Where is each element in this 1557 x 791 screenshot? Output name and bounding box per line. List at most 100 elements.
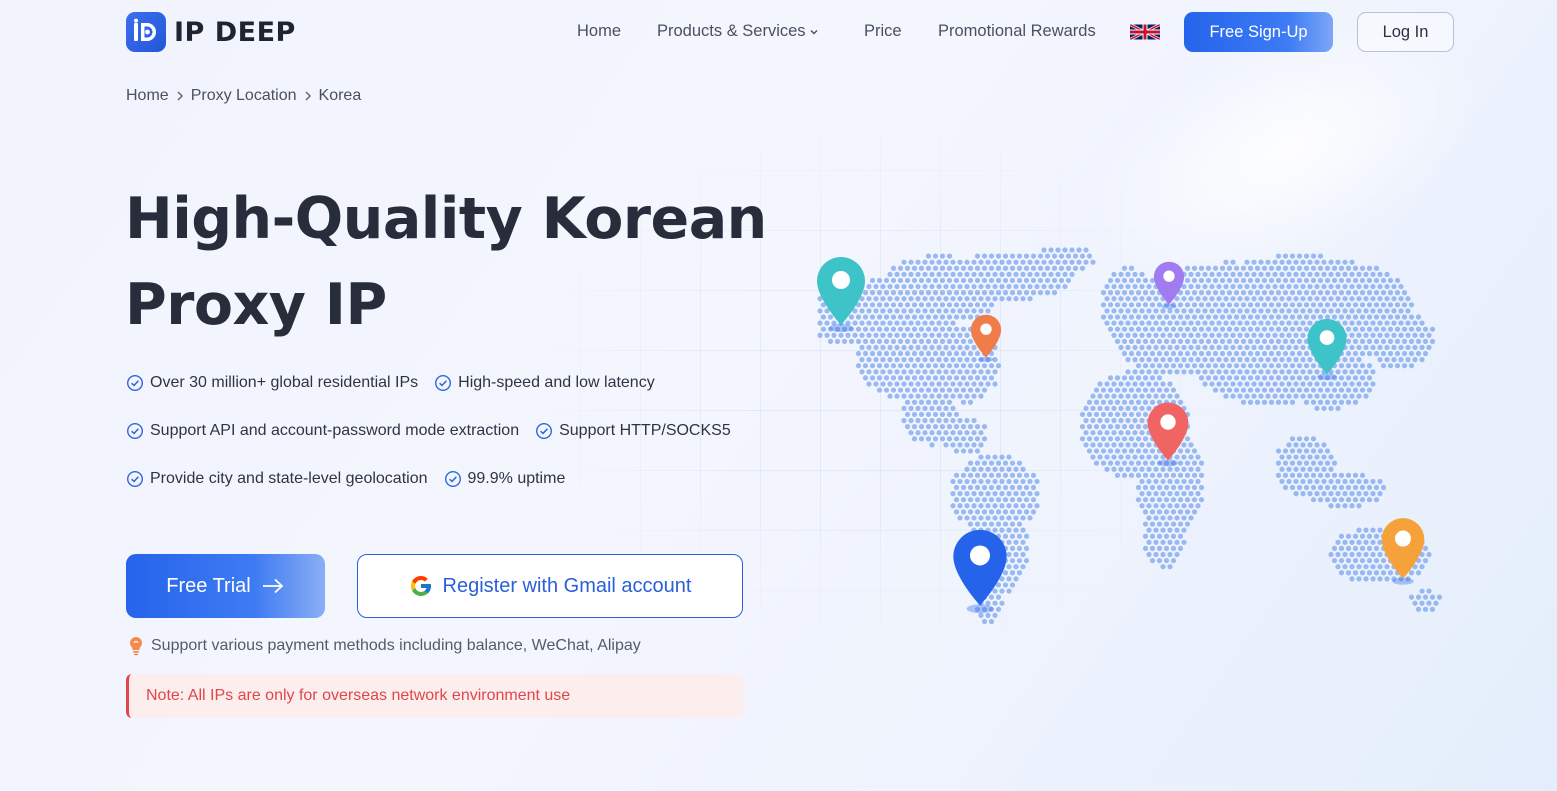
map-dot xyxy=(936,271,942,277)
map-dot xyxy=(887,369,893,375)
map-dot xyxy=(1359,265,1366,271)
map-dot xyxy=(974,253,981,259)
map-dot xyxy=(1377,308,1383,314)
map-dot xyxy=(1293,369,1299,375)
map-dot xyxy=(1065,265,1072,271)
map-dot xyxy=(1149,387,1156,393)
map-dot xyxy=(1188,271,1194,277)
map-dot xyxy=(1149,326,1156,332)
map-dot xyxy=(1384,332,1390,338)
map-dot xyxy=(1342,259,1348,265)
map-dot xyxy=(1254,387,1261,393)
map-dot xyxy=(1401,338,1408,344)
map-dot xyxy=(936,320,942,326)
map-pin-icon xyxy=(1147,402,1189,467)
map-dot xyxy=(1244,259,1250,265)
map-dot xyxy=(1062,283,1068,290)
map-dot xyxy=(1258,393,1264,399)
map-dot xyxy=(1328,283,1334,290)
map-dot xyxy=(1230,393,1236,399)
map-dot xyxy=(1314,259,1320,265)
map-dot xyxy=(999,478,1005,485)
map-dot xyxy=(932,399,939,405)
map-dot xyxy=(1181,539,1187,545)
map-dot xyxy=(1107,302,1114,308)
map-dot xyxy=(1160,503,1166,509)
map-dot xyxy=(932,277,939,284)
map-dot xyxy=(1163,557,1170,564)
map-dot xyxy=(1296,484,1303,491)
map-dot xyxy=(1366,277,1373,284)
map-dot xyxy=(1009,265,1016,271)
map-dot xyxy=(929,381,935,387)
map-dot xyxy=(1198,338,1205,344)
map-dot xyxy=(1359,570,1366,576)
uk-flag-icon[interactable] xyxy=(1130,24,1160,40)
map-dot xyxy=(929,442,935,448)
map-dot xyxy=(1356,503,1362,509)
login-button[interactable]: Log In xyxy=(1357,12,1454,52)
map-dot xyxy=(1079,265,1086,271)
map-dot xyxy=(1118,442,1124,448)
map-dot xyxy=(897,375,904,381)
map-dot xyxy=(904,326,911,332)
map-dot xyxy=(1051,265,1058,271)
map-dot xyxy=(915,332,921,338)
map-dot xyxy=(1027,491,1033,497)
map-dot xyxy=(1328,503,1334,509)
nav-promotional-rewards[interactable]: Promotional Rewards xyxy=(938,22,1096,41)
map-dot xyxy=(981,290,988,296)
map-dot xyxy=(880,381,886,387)
map-dot xyxy=(1128,350,1135,357)
map-dot xyxy=(1349,283,1355,290)
map-dot xyxy=(901,405,907,411)
map-dot xyxy=(1219,290,1226,296)
free-trial-button[interactable]: Free Trial xyxy=(126,554,325,618)
map-dot xyxy=(1275,350,1282,357)
map-dot xyxy=(1303,277,1310,284)
map-dot xyxy=(1275,326,1282,332)
nav-price[interactable]: Price xyxy=(864,22,902,41)
map-dot xyxy=(1202,308,1208,314)
map-dot xyxy=(1408,302,1415,308)
map-dot xyxy=(1303,387,1310,393)
nav-home[interactable]: Home xyxy=(577,22,621,41)
map-dot xyxy=(1230,357,1236,363)
map-dot xyxy=(1335,564,1341,570)
feature-item: Over 30 million+ global residential IPs xyxy=(126,374,418,392)
map-dot xyxy=(1037,277,1044,284)
breadcrumb-home[interactable]: Home xyxy=(126,87,169,105)
map-dot xyxy=(1139,491,1145,497)
map-dot xyxy=(1349,344,1355,351)
map-dot xyxy=(1317,460,1324,466)
map-dot xyxy=(1303,472,1310,478)
map-dot xyxy=(1212,326,1219,332)
map-dot xyxy=(985,259,991,265)
map-dot xyxy=(1118,344,1124,351)
map-dot xyxy=(981,472,988,478)
map-dot xyxy=(1139,332,1145,338)
map-dot xyxy=(1202,357,1208,363)
map-dot xyxy=(929,369,935,375)
map-dot xyxy=(943,430,949,436)
map-dot xyxy=(880,332,886,338)
map-dot xyxy=(1016,277,1023,284)
map-dot xyxy=(1415,606,1422,612)
map-dot xyxy=(1135,484,1142,491)
map-dot xyxy=(1016,497,1023,503)
map-dot xyxy=(1093,436,1100,442)
breadcrumb-proxy-location[interactable]: Proxy Location xyxy=(191,87,297,105)
nav-products-services[interactable]: Products & Services xyxy=(657,22,819,41)
map-dot xyxy=(953,484,960,491)
map-dot xyxy=(936,283,942,290)
map-dot xyxy=(1188,283,1194,290)
map-dot xyxy=(1135,424,1142,430)
map-dot xyxy=(1370,564,1376,570)
free-signup-button[interactable]: Free Sign-Up xyxy=(1184,12,1333,52)
register-gmail-button[interactable]: Register with Gmail account xyxy=(357,554,743,618)
check-circle-icon xyxy=(536,422,553,440)
map-dot xyxy=(932,338,939,344)
map-dot xyxy=(1167,539,1173,545)
map-dot xyxy=(1317,290,1324,296)
map-dot xyxy=(1212,314,1219,320)
